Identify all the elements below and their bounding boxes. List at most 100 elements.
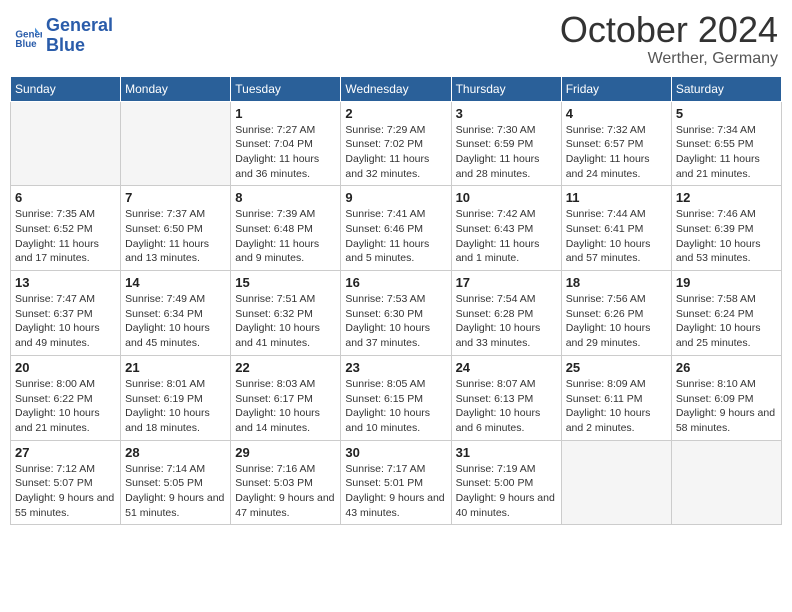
day-header-monday: Monday [121,76,231,101]
calendar-week-4: 20 Sunrise: 8:00 AM Sunset: 6:22 PM Dayli… [11,355,782,440]
day-number: 16 [345,275,446,290]
month-title: October 2024 [560,10,778,50]
day-number: 10 [456,190,557,205]
calendar-cell: 6 Sunrise: 7:35 AM Sunset: 6:52 PM Daylig… [11,186,121,271]
calendar-cell: 11Sunrise: 7:44 AM Sunset: 6:41 PM Dayli… [561,186,671,271]
day-number: 21 [125,360,226,375]
day-content: Sunrise: 7:37 AM Sunset: 6:50 PM Dayligh… [125,207,226,266]
day-content: Sunrise: 7:39 AM Sunset: 6:48 PM Dayligh… [235,207,336,266]
day-number: 2 [345,106,446,121]
day-content: Sunrise: 7:42 AM Sunset: 6:43 PM Dayligh… [456,207,557,266]
calendar-cell: 30Sunrise: 7:17 AM Sunset: 5:01 PM Dayli… [341,440,451,525]
calendar-header-row: SundayMondayTuesdayWednesdayThursdayFrid… [11,76,782,101]
day-content: Sunrise: 7:46 AM Sunset: 6:39 PM Dayligh… [676,207,777,266]
calendar-cell: 28Sunrise: 7:14 AM Sunset: 5:05 PM Dayli… [121,440,231,525]
calendar-cell: 20 Sunrise: 8:00 AM Sunset: 6:22 PM Dayli… [11,355,121,440]
day-number: 15 [235,275,336,290]
day-content: Sunrise: 7:19 AM Sunset: 5:00 PM Dayligh… [456,462,557,521]
calendar-cell: 7 Sunrise: 7:37 AM Sunset: 6:50 PM Daylig… [121,186,231,271]
location: Werther, Germany [560,50,778,68]
day-number: 14 [125,275,226,290]
calendar-body: 1 Sunrise: 7:27 AM Sunset: 7:04 PM Daylig… [11,101,782,525]
day-number: 8 [235,190,336,205]
calendar-cell: 16 Sunrise: 7:53 AM Sunset: 6:30 PM Dayli… [341,271,451,356]
page-header: General Blue General Blue October 2024 W… [10,10,782,68]
calendar-cell: 4 Sunrise: 7:32 AM Sunset: 6:57 PM Daylig… [561,101,671,186]
day-number: 6 [15,190,116,205]
logo-text-line2: Blue [46,36,113,56]
day-content: Sunrise: 7:49 AM Sunset: 6:34 PM Dayligh… [125,292,226,351]
day-number: 17 [456,275,557,290]
day-content: Sunrise: 7:53 AM Sunset: 6:30 PM Dayligh… [345,292,446,351]
calendar-cell: 8 Sunrise: 7:39 AM Sunset: 6:48 PM Daylig… [231,186,341,271]
day-content: Sunrise: 7:34 AM Sunset: 6:55 PM Dayligh… [676,123,777,182]
day-header-friday: Friday [561,76,671,101]
day-content: Sunrise: 7:47 AM Sunset: 6:37 PM Dayligh… [15,292,116,351]
day-header-tuesday: Tuesday [231,76,341,101]
day-content: Sunrise: 8:00 AM Sunset: 6:22 PM Dayligh… [15,377,116,436]
day-content: Sunrise: 7:16 AM Sunset: 5:03 PM Dayligh… [235,462,336,521]
day-header-thursday: Thursday [451,76,561,101]
logo-text-line1: General [46,16,113,36]
day-content: Sunrise: 7:41 AM Sunset: 6:46 PM Dayligh… [345,207,446,266]
day-number: 13 [15,275,116,290]
calendar-cell [121,101,231,186]
day-number: 23 [345,360,446,375]
calendar-cell: 17 Sunrise: 7:54 AM Sunset: 6:28 PM Dayli… [451,271,561,356]
calendar-cell: 2Sunrise: 7:29 AM Sunset: 7:02 PM Daylig… [341,101,451,186]
calendar-cell: 24Sunrise: 8:07 AM Sunset: 6:13 PM Dayli… [451,355,561,440]
day-content: Sunrise: 8:09 AM Sunset: 6:11 PM Dayligh… [566,377,667,436]
calendar-cell [671,440,781,525]
calendar-cell: 10 Sunrise: 7:42 AM Sunset: 6:43 PM Dayli… [451,186,561,271]
day-content: Sunrise: 8:03 AM Sunset: 6:17 PM Dayligh… [235,377,336,436]
day-number: 30 [345,445,446,460]
calendar-cell: 19Sunrise: 7:58 AM Sunset: 6:24 PM Dayli… [671,271,781,356]
day-content: Sunrise: 8:05 AM Sunset: 6:15 PM Dayligh… [345,377,446,436]
day-content: Sunrise: 8:10 AM Sunset: 6:09 PM Dayligh… [676,377,777,436]
day-content: Sunrise: 8:01 AM Sunset: 6:19 PM Dayligh… [125,377,226,436]
calendar-cell: 22 Sunrise: 8:03 AM Sunset: 6:17 PM Dayli… [231,355,341,440]
day-number: 4 [566,106,667,121]
title-area: October 2024 Werther, Germany [560,10,778,68]
svg-text:Blue: Blue [15,39,37,50]
calendar-cell [561,440,671,525]
day-number: 19 [676,275,777,290]
calendar-cell: 12 Sunrise: 7:46 AM Sunset: 6:39 PM Dayli… [671,186,781,271]
day-number: 5 [676,106,777,121]
day-content: Sunrise: 7:51 AM Sunset: 6:32 PM Dayligh… [235,292,336,351]
day-number: 27 [15,445,116,460]
day-number: 12 [676,190,777,205]
calendar-cell: 5 Sunrise: 7:34 AM Sunset: 6:55 PM Daylig… [671,101,781,186]
logo-icon: General Blue [14,22,42,50]
calendar-week-1: 1 Sunrise: 7:27 AM Sunset: 7:04 PM Daylig… [11,101,782,186]
day-number: 7 [125,190,226,205]
day-number: 22 [235,360,336,375]
day-number: 3 [456,106,557,121]
day-number: 20 [15,360,116,375]
logo: General Blue General Blue [14,16,113,56]
calendar-cell [11,101,121,186]
day-content: Sunrise: 7:32 AM Sunset: 6:57 PM Dayligh… [566,123,667,182]
day-content: Sunrise: 7:56 AM Sunset: 6:26 PM Dayligh… [566,292,667,351]
calendar-cell: 26Sunrise: 8:10 AM Sunset: 6:09 PM Dayli… [671,355,781,440]
day-content: Sunrise: 7:44 AM Sunset: 6:41 PM Dayligh… [566,207,667,266]
calendar-cell: 27 Sunrise: 7:12 AM Sunset: 5:07 PM Dayli… [11,440,121,525]
day-header-saturday: Saturday [671,76,781,101]
day-content: Sunrise: 7:35 AM Sunset: 6:52 PM Dayligh… [15,207,116,266]
day-number: 1 [235,106,336,121]
calendar-week-5: 27 Sunrise: 7:12 AM Sunset: 5:07 PM Dayli… [11,440,782,525]
calendar-cell: 13 Sunrise: 7:47 AM Sunset: 6:37 PM Dayli… [11,271,121,356]
day-number: 18 [566,275,667,290]
calendar-cell: 3Sunrise: 7:30 AM Sunset: 6:59 PM Daylig… [451,101,561,186]
day-content: Sunrise: 7:27 AM Sunset: 7:04 PM Dayligh… [235,123,336,182]
calendar-cell: 31 Sunrise: 7:19 AM Sunset: 5:00 PM Dayli… [451,440,561,525]
day-content: Sunrise: 7:12 AM Sunset: 5:07 PM Dayligh… [15,462,116,521]
day-number: 29 [235,445,336,460]
day-number: 24 [456,360,557,375]
day-content: Sunrise: 7:54 AM Sunset: 6:28 PM Dayligh… [456,292,557,351]
day-number: 31 [456,445,557,460]
day-header-wednesday: Wednesday [341,76,451,101]
calendar-week-2: 6 Sunrise: 7:35 AM Sunset: 6:52 PM Daylig… [11,186,782,271]
calendar-cell: 1 Sunrise: 7:27 AM Sunset: 7:04 PM Daylig… [231,101,341,186]
calendar-week-3: 13 Sunrise: 7:47 AM Sunset: 6:37 PM Dayli… [11,271,782,356]
